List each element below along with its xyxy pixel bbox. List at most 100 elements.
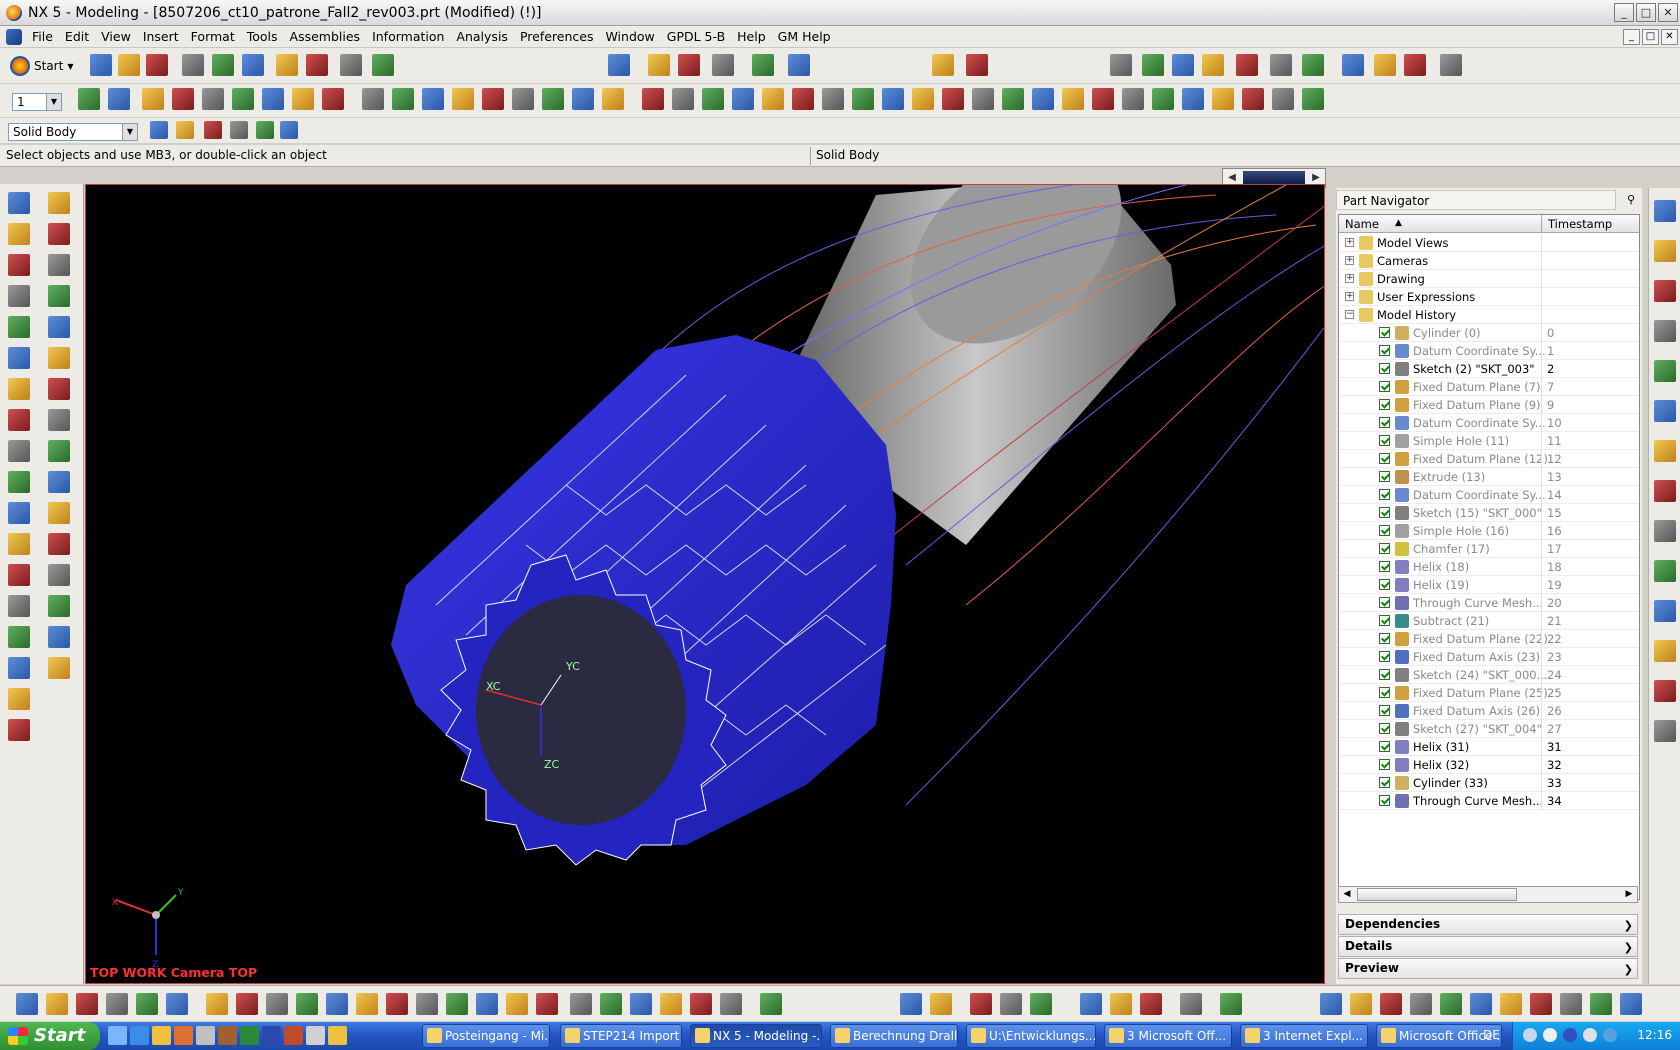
resource-tool-icon[interactable] bbox=[48, 657, 70, 679]
doc-minimize-button[interactable]: _ bbox=[1623, 29, 1640, 45]
resource-tab-icon[interactable] bbox=[1654, 600, 1676, 622]
bottom-tool-icon[interactable] bbox=[1410, 993, 1432, 1015]
resource-tab-icon[interactable] bbox=[1654, 720, 1676, 742]
menu-analysis[interactable]: Analysis bbox=[450, 26, 514, 48]
suppress-checkbox[interactable] bbox=[1379, 327, 1390, 338]
resource-tab-icon[interactable] bbox=[1654, 520, 1676, 542]
feature-row[interactable]: Sketch (24) "SKT_000... 24 bbox=[1339, 666, 1639, 684]
toolbar-tool-icon[interactable] bbox=[792, 88, 814, 110]
resource-tool-icon[interactable] bbox=[8, 502, 30, 524]
resource-tool-icon[interactable] bbox=[48, 533, 70, 555]
bottom-tool-icon[interactable] bbox=[166, 993, 188, 1015]
tree-horizontal-scrollbar[interactable]: ◀ ▶ bbox=[1338, 886, 1638, 903]
suppress-checkbox[interactable] bbox=[1379, 705, 1390, 716]
resource-tool-icon[interactable] bbox=[8, 719, 30, 741]
bottom-tool-icon[interactable] bbox=[206, 993, 228, 1015]
powerpoint-icon[interactable] bbox=[284, 1026, 303, 1045]
toolbar-tool-icon[interactable] bbox=[966, 54, 988, 76]
help-icon[interactable] bbox=[1543, 1028, 1557, 1042]
feature-row[interactable]: Sketch (15) "SKT_000" 15 bbox=[1339, 504, 1639, 522]
feature-row[interactable]: Fixed Datum Plane (22) 22 bbox=[1339, 630, 1639, 648]
bottom-tool-icon[interactable] bbox=[570, 993, 592, 1015]
bottom-tool-icon[interactable] bbox=[476, 993, 498, 1015]
bottom-tool-icon[interactable] bbox=[690, 993, 712, 1015]
resource-tool-icon[interactable] bbox=[8, 657, 30, 679]
menu-assemblies[interactable]: Assemblies bbox=[284, 26, 367, 48]
toolbar-tool-icon[interactable] bbox=[230, 121, 248, 139]
bottom-tool-icon[interactable] bbox=[106, 993, 128, 1015]
resource-tab-icon[interactable] bbox=[1654, 360, 1676, 382]
bottom-tool-icon[interactable] bbox=[446, 993, 468, 1015]
bottom-tool-icon[interactable] bbox=[536, 993, 558, 1015]
feature-row[interactable]: Fixed Datum Plane (25) 25 bbox=[1339, 684, 1639, 702]
suppress-checkbox[interactable] bbox=[1379, 669, 1390, 680]
bottom-tool-icon[interactable] bbox=[1080, 993, 1102, 1015]
toolbar-tool-icon[interactable] bbox=[572, 88, 594, 110]
toolbar-tool-icon[interactable] bbox=[322, 88, 344, 110]
bottom-tool-icon[interactable] bbox=[1350, 993, 1372, 1015]
suppress-checkbox[interactable] bbox=[1379, 471, 1390, 482]
toolbar-tool-icon[interactable] bbox=[752, 54, 774, 76]
resource-tab-icon[interactable] bbox=[1654, 400, 1676, 422]
toolbar-tool-icon[interactable] bbox=[1110, 54, 1132, 76]
resource-tool-icon[interactable] bbox=[48, 502, 70, 524]
resource-tool-icon[interactable] bbox=[48, 626, 70, 648]
toolbar-tool-icon[interactable] bbox=[642, 88, 664, 110]
excel-icon[interactable] bbox=[240, 1026, 259, 1045]
bottom-tool-icon[interactable] bbox=[1530, 993, 1552, 1015]
bottom-tool-icon[interactable] bbox=[1110, 993, 1132, 1015]
bottom-tool-icon[interactable] bbox=[416, 993, 438, 1015]
scroll-right-icon[interactable]: ▶ bbox=[1621, 887, 1637, 902]
toolbar-tool-icon[interactable] bbox=[672, 88, 694, 110]
bottom-tool-icon[interactable] bbox=[1380, 993, 1402, 1015]
toolbar-tool-icon[interactable] bbox=[90, 54, 112, 76]
toolbar-tool-icon[interactable] bbox=[852, 88, 874, 110]
feature-row[interactable]: Fixed Datum Plane (12) 12 bbox=[1339, 450, 1639, 468]
suppress-checkbox[interactable] bbox=[1379, 579, 1390, 590]
resource-tool-icon[interactable] bbox=[8, 378, 30, 400]
toolbar-tool-icon[interactable] bbox=[176, 121, 194, 139]
menu-tools[interactable]: Tools bbox=[241, 26, 284, 48]
expander-icon[interactable]: + bbox=[1345, 274, 1354, 283]
toolbar-tool-icon[interactable] bbox=[1272, 88, 1294, 110]
toolbar-tool-icon[interactable] bbox=[172, 88, 194, 110]
toolbar-tool-icon[interactable] bbox=[648, 54, 670, 76]
suppress-checkbox[interactable] bbox=[1379, 615, 1390, 626]
toolbar-tool-icon[interactable] bbox=[1374, 54, 1396, 76]
toolbar-tool-icon[interactable] bbox=[392, 88, 414, 110]
toolbar-tool-icon[interactable] bbox=[972, 88, 994, 110]
type-filter-select[interactable]: Solid Body ▼ bbox=[8, 123, 138, 141]
bottom-tool-icon[interactable] bbox=[1590, 993, 1612, 1015]
resource-tool-icon[interactable] bbox=[8, 316, 30, 338]
toolbar-tool-icon[interactable] bbox=[1440, 54, 1462, 76]
bottom-tool-icon[interactable] bbox=[630, 993, 652, 1015]
suppress-checkbox[interactable] bbox=[1379, 759, 1390, 770]
resource-tool-icon[interactable] bbox=[48, 254, 70, 276]
suppress-checkbox[interactable] bbox=[1379, 777, 1390, 788]
resource-tab-icon[interactable] bbox=[1654, 200, 1676, 222]
bottom-tool-icon[interactable] bbox=[326, 993, 348, 1015]
toolbar-tool-icon[interactable] bbox=[452, 88, 474, 110]
resource-tool-icon[interactable] bbox=[8, 471, 30, 493]
toolbar-tool-icon[interactable] bbox=[276, 54, 298, 76]
bottom-tool-icon[interactable] bbox=[1180, 993, 1202, 1015]
menu-gpdl[interactable]: GPDL 5-B bbox=[661, 26, 731, 48]
toolbar-tool-icon[interactable] bbox=[1302, 88, 1324, 110]
tree-group[interactable]: + User Expressions bbox=[1339, 288, 1639, 306]
doc-close-button[interactable]: ✕ bbox=[1661, 29, 1678, 45]
taskbar-task[interactable]: U:\Entwicklungs... bbox=[966, 1024, 1096, 1048]
menu-file[interactable]: File bbox=[26, 26, 59, 48]
bottom-tool-icon[interactable] bbox=[266, 993, 288, 1015]
bottom-tool-icon[interactable] bbox=[76, 993, 98, 1015]
bottom-tool-icon[interactable] bbox=[1500, 993, 1522, 1015]
toolbar-tool-icon[interactable] bbox=[762, 88, 784, 110]
toolbar-tool-icon[interactable] bbox=[202, 88, 224, 110]
bottom-tool-icon[interactable] bbox=[356, 993, 378, 1015]
network-icon[interactable] bbox=[1563, 1028, 1577, 1042]
suppress-checkbox[interactable] bbox=[1379, 417, 1390, 428]
calculator-icon[interactable] bbox=[196, 1026, 215, 1045]
suppress-checkbox[interactable] bbox=[1379, 741, 1390, 752]
toolbar-tool-icon[interactable] bbox=[678, 54, 700, 76]
books-icon[interactable] bbox=[218, 1026, 237, 1045]
graphics-window[interactable]: XC YC ZC X Y Z TOP WORK Camera TOP bbox=[85, 184, 1325, 984]
